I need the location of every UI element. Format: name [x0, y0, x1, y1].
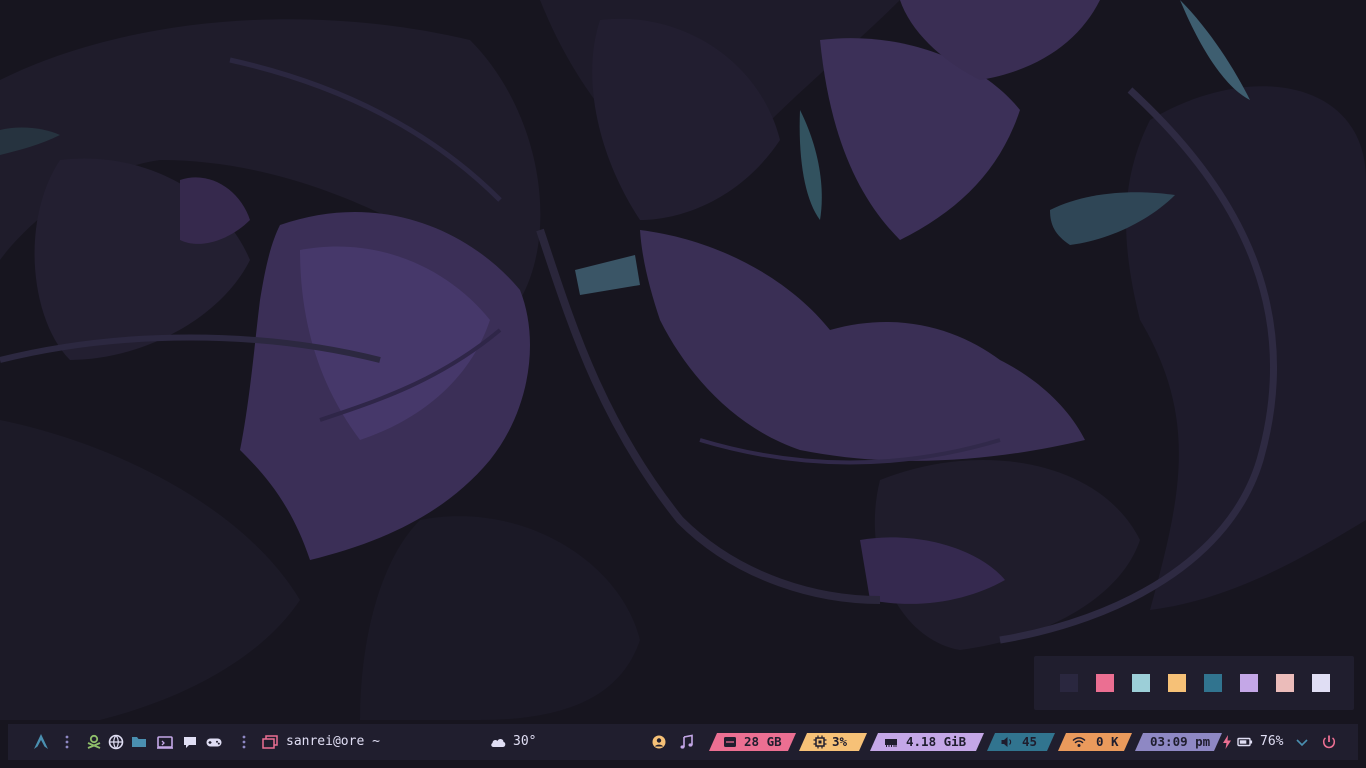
- palette-swatch-4: [1168, 674, 1186, 692]
- wifi-icon: [1072, 735, 1086, 749]
- volume-module[interactable]: 45: [987, 733, 1055, 751]
- volume-speaker-icon: [1000, 735, 1014, 749]
- user-avatar-icon[interactable]: [649, 732, 669, 752]
- palette-swatch-6: [1240, 674, 1258, 692]
- battery-percentage: 76%: [1260, 734, 1284, 749]
- music-note-icon[interactable]: [676, 732, 696, 752]
- clock-module[interactable]: 03:09 pm: [1135, 733, 1222, 751]
- window-title-label[interactable]: sanrei@ore ~: [286, 734, 380, 750]
- disk-usage-module[interactable]: 28 GB: [709, 733, 796, 751]
- weather-temperature: 30°: [513, 734, 537, 749]
- palette-swatch-5: [1204, 674, 1222, 692]
- memory-usage-value: 4.18 GiB: [906, 734, 967, 749]
- network-speed-value: 0 K: [1096, 734, 1119, 749]
- cpu-usage-value: 3%: [832, 734, 848, 749]
- memory-usage-module[interactable]: 4.18 GiB: [870, 733, 984, 751]
- cloud-weather-icon: [488, 732, 508, 752]
- color-palette-widget: [1034, 656, 1354, 710]
- cpu-chip-icon: [813, 735, 827, 749]
- browser-globe-icon[interactable]: [106, 732, 126, 752]
- status-bar: sanrei@ore ~ 30° 28 GB 3% 4.18 GiB 45 0 …: [8, 724, 1358, 760]
- cpu-usage-module[interactable]: 3%: [799, 733, 867, 751]
- arch-logo-icon[interactable]: [31, 732, 51, 752]
- palette-swatch-7: [1276, 674, 1294, 692]
- menu-dots-icon[interactable]: [57, 732, 77, 752]
- menu-dots-icon-2[interactable]: [234, 732, 254, 752]
- battery-icon: [1235, 732, 1255, 752]
- palette-swatch-3: [1132, 674, 1150, 692]
- window-icon[interactable]: [260, 732, 280, 752]
- palette-swatch-8: [1312, 674, 1330, 692]
- desktop-wallpaper: [0, 0, 1366, 768]
- chevron-down-icon[interactable]: [1292, 732, 1312, 752]
- file-manager-folder-icon[interactable]: [129, 732, 149, 752]
- terminal-icon[interactable]: [84, 732, 104, 752]
- power-icon[interactable]: [1319, 732, 1339, 752]
- volume-value: 45: [1022, 734, 1038, 749]
- palette-swatch-2: [1096, 674, 1114, 692]
- code-editor-icon[interactable]: [155, 732, 175, 752]
- disk-usage-value: 28 GB: [744, 734, 782, 749]
- memory-ram-icon: [884, 735, 898, 749]
- chat-icon[interactable]: [180, 732, 200, 752]
- gamepad-icon[interactable]: [204, 732, 224, 752]
- charging-bolt-icon: [1217, 732, 1237, 752]
- palette-swatch-1: [1060, 674, 1078, 692]
- clock-time: 03:09 pm: [1150, 734, 1211, 749]
- disk-icon: [723, 735, 737, 749]
- network-module[interactable]: 0 K: [1058, 733, 1132, 751]
